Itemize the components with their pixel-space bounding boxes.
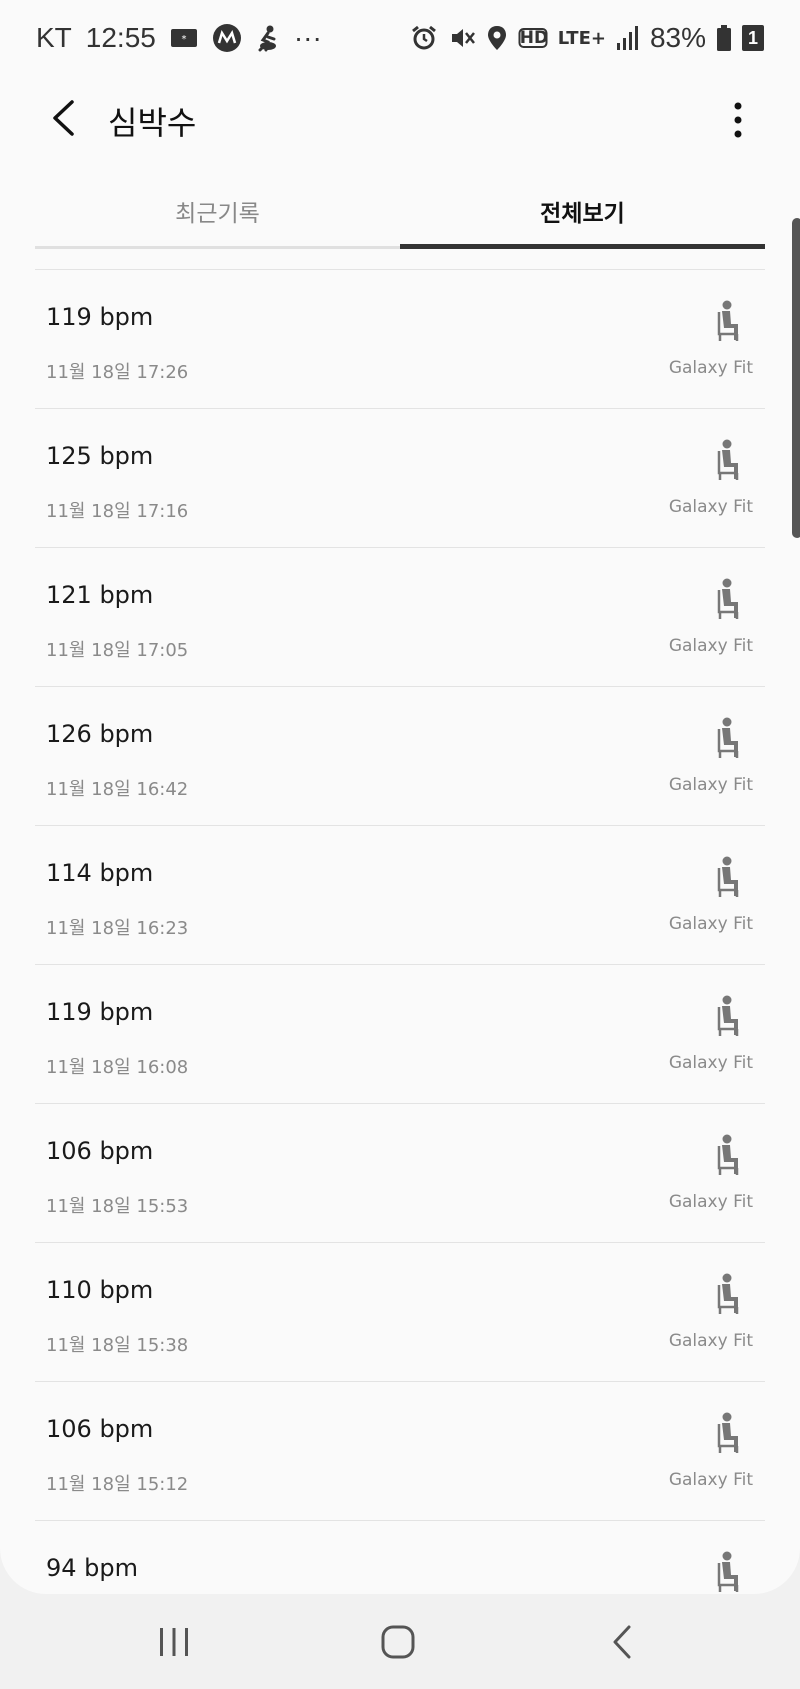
record-bpm: 106 bpm: [46, 1137, 154, 1165]
record-device: Galaxy Fit: [668, 914, 753, 934]
mute-icon: [448, 24, 476, 52]
record-bpm: 119 bpm: [46, 998, 154, 1026]
sitting-person-icon: [717, 1551, 739, 1592]
record-bpm: 106 bpm: [46, 1415, 154, 1443]
record-time: 11월 18일 17:05: [46, 640, 189, 661]
battery-percent: 83%: [649, 22, 706, 53]
sitting-person-icon: [717, 439, 739, 480]
scrollbar[interactable]: [792, 218, 800, 538]
system-nav-bar: [0, 1594, 800, 1689]
sim-slot-badge: 1: [742, 25, 764, 51]
home-button[interactable]: [358, 1612, 438, 1672]
tab-recent[interactable]: 최근기록: [35, 176, 400, 250]
recent-apps-button[interactable]: [134, 1612, 214, 1672]
record-row[interactable]: 114 bpm 11월 18일 16:23 Galaxy Fit: [35, 826, 765, 965]
network-type: LTE+: [557, 27, 606, 49]
record-row[interactable]: 110 bpm 11월 18일 15:38 Galaxy Fit: [35, 1243, 765, 1382]
tab-all[interactable]: 전체보기: [400, 176, 765, 250]
record-device: Galaxy Fit: [668, 775, 753, 795]
page-title: 심박수: [108, 104, 197, 142]
tab-track-line: [35, 246, 400, 249]
sitting-person-icon: [717, 856, 739, 897]
status-bar-left: KT 12:55 * ···: [36, 22, 322, 54]
record-row[interactable]: 125 bpm 11월 18일 17:16 Galaxy Fit: [35, 409, 765, 548]
sitting-person-icon: [717, 1412, 739, 1453]
tab-active-indicator: [400, 244, 765, 249]
hd-label: HD: [519, 28, 549, 48]
record-row[interactable]: 126 bpm 11월 18일 16:42 Galaxy Fit: [35, 687, 765, 826]
sitting-person-icon: [717, 1273, 739, 1314]
more-options-button[interactable]: [718, 90, 758, 150]
svg-text:*: *: [181, 34, 186, 45]
record-device: Galaxy Fit: [668, 1192, 753, 1212]
back-chevron-icon: [613, 1625, 631, 1659]
sitting-person-icon: [717, 300, 739, 341]
record-row[interactable]: 106 bpm 11월 18일 15:12 Galaxy Fit: [35, 1382, 765, 1521]
home-icon: [381, 1625, 415, 1659]
app-bar: 심박수: [0, 76, 800, 160]
tab-bar: 최근기록 전체보기: [35, 176, 765, 250]
record-bpm: 110 bpm: [46, 1276, 154, 1304]
record-device: Galaxy Fit: [668, 1470, 753, 1490]
more-notifications-indicator: ···: [293, 22, 322, 53]
alarm-icon: [410, 24, 438, 52]
record-time: 11월 18일 16:23: [46, 918, 189, 939]
status-bar: KT 12:55 * ··· HD LTE+ 83% 1: [0, 0, 800, 76]
record-time: 11월 18일 17:26: [46, 362, 189, 383]
record-time: 11월 18일 16:08: [46, 1057, 189, 1078]
record-row[interactable]: 119 bpm 11월 18일 16:08 Galaxy Fit: [35, 965, 765, 1104]
location-icon: [486, 24, 508, 52]
record-device: Galaxy Fit: [668, 636, 753, 656]
record-time: 11월 18일 15:38: [46, 1335, 189, 1356]
recent-apps-icon: [160, 1628, 188, 1656]
system-back-button[interactable]: [582, 1612, 662, 1672]
record-time: 11월 18일 15:53: [46, 1196, 189, 1217]
app-screen: KT 12:55 * ··· HD LTE+ 83% 1 심박수 최근기록 전체…: [0, 0, 800, 1594]
record-device: Galaxy Fit: [668, 358, 753, 378]
record-device: Galaxy Fit: [668, 1053, 753, 1073]
record-bpm: 125 bpm: [46, 442, 154, 470]
m-app-notification-icon: [212, 23, 242, 53]
sitting-person-icon: [717, 578, 739, 619]
heart-rate-record-list: 119 bpm 11월 18일 17:26 Galaxy Fit 125 bpm…: [35, 270, 765, 1594]
record-bpm: 119 bpm: [46, 303, 154, 331]
record-bpm: 121 bpm: [46, 581, 154, 609]
record-device: Galaxy Fit: [668, 1331, 753, 1351]
sitting-person-icon: [717, 717, 739, 758]
status-bar-right: HD LTE+ 83% 1: [410, 22, 764, 54]
running-person-notification-icon: [256, 24, 280, 52]
app-notification-icon: *: [170, 27, 198, 49]
record-bpm: 126 bpm: [46, 720, 154, 748]
record-row[interactable]: 106 bpm 11월 18일 15:53 Galaxy Fit: [35, 1104, 765, 1243]
record-bpm: 114 bpm: [46, 859, 154, 887]
carrier-label: KT: [36, 22, 72, 53]
clock: 12:55: [85, 22, 156, 53]
record-row[interactable]: 119 bpm 11월 18일 17:26 Galaxy Fit: [35, 270, 765, 409]
record-device: Galaxy Fit: [668, 497, 753, 517]
more-vertical-icon: [734, 102, 742, 138]
record-row[interactable]: 121 bpm 11월 18일 17:05 Galaxy Fit: [35, 548, 765, 687]
record-time: 11월 18일 16:42: [46, 779, 189, 800]
signal-strength-icon: [616, 25, 640, 51]
record-time: 11월 18일 17:16: [46, 501, 189, 522]
record-row[interactable]: 94 bpm: [35, 1521, 765, 1594]
record-bpm: 94 bpm: [46, 1554, 139, 1582]
sitting-person-icon: [717, 1134, 739, 1175]
battery-icon: [716, 24, 732, 52]
back-button[interactable]: [38, 88, 88, 148]
back-arrow-icon: [53, 100, 74, 136]
sitting-person-icon: [717, 995, 739, 1036]
record-time: 11월 18일 15:12: [46, 1474, 189, 1495]
